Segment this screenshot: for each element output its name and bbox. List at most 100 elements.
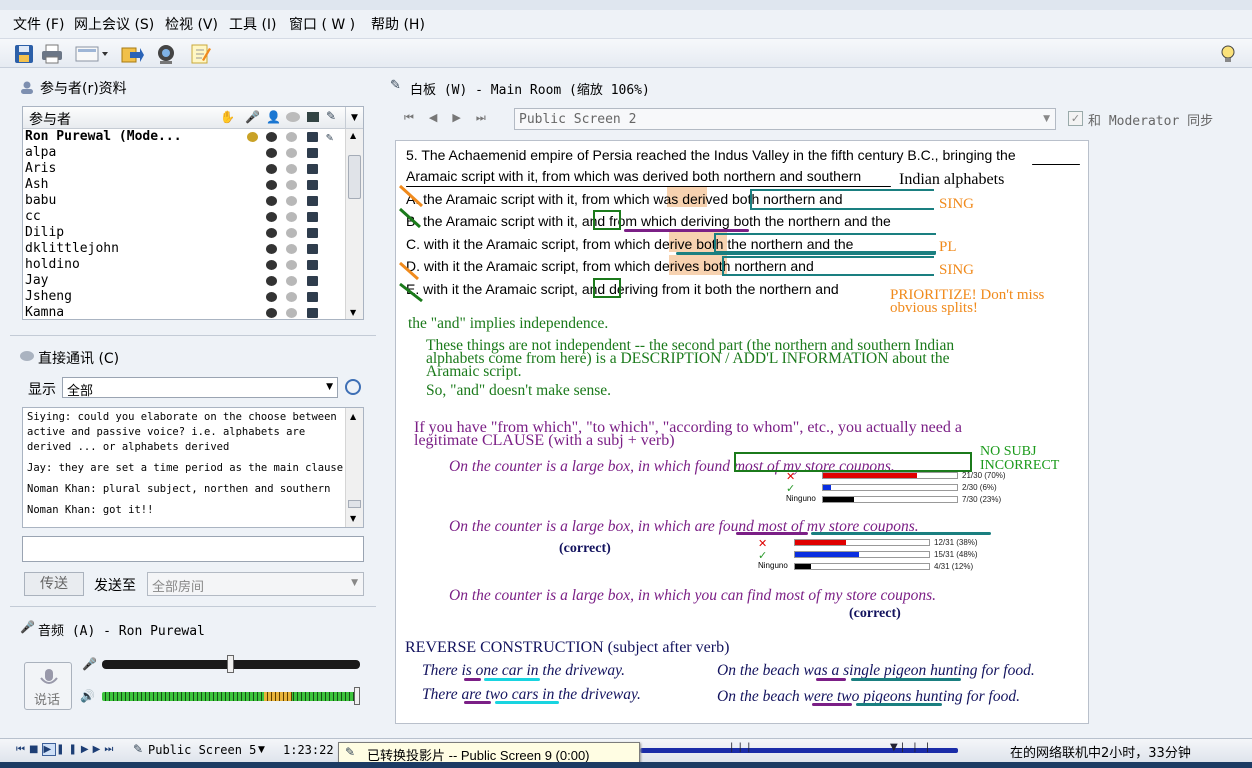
participant-row[interactable]: Dilip: [23, 225, 345, 241]
clock-icon[interactable]: [345, 379, 361, 395]
chevron-down-icon[interactable]: ▼: [258, 745, 265, 755]
screen-select[interactable]: Public Screen 2 ▼: [514, 108, 1056, 130]
participant-row[interactable]: Ron Purewal (Mode... ✎: [23, 129, 345, 145]
rewind-start-icon[interactable]: ⏮: [16, 744, 29, 755]
scroll-down-icon[interactable]: ▼: [350, 514, 356, 523]
send-to-label: 发送至: [94, 578, 136, 594]
monitor-icon: [307, 180, 318, 190]
scroll-up-icon[interactable]: ▲: [350, 131, 356, 140]
underline: [406, 186, 891, 187]
monitor-icon[interactable]: [307, 112, 319, 122]
hand-icon[interactable]: ✋: [220, 110, 235, 124]
chat-bubble-icon: [286, 308, 297, 318]
participant-row[interactable]: alpa: [23, 145, 345, 161]
screen-icon[interactable]: [74, 42, 110, 66]
menu-window[interactable]: 窗口 ( W ): [289, 14, 355, 34]
annotation-box: [750, 189, 934, 210]
mic-icon[interactable]: 🎤: [245, 110, 260, 124]
chat-scrollbar[interactable]: ▲ ▼: [345, 408, 363, 527]
slider-thumb[interactable]: [354, 687, 360, 705]
webcam-icon[interactable]: [154, 42, 178, 66]
purple-note: legitimate CLAUSE (with a subj + verb): [414, 432, 675, 449]
person-icon[interactable]: 👤: [266, 110, 281, 124]
participant-name: Dilip: [25, 225, 65, 240]
scrollbar-thumb[interactable]: [348, 500, 361, 508]
chat-bubble-icon: [286, 148, 297, 158]
poll-value: 12/31 (38%): [934, 538, 978, 547]
chat-input[interactable]: [22, 536, 364, 562]
participants-scrollbar[interactable]: ▲ ▼: [345, 129, 363, 319]
monitor-icon: [307, 244, 318, 254]
participant-row[interactable]: Jsheng: [23, 289, 345, 305]
menu-help[interactable]: 帮助 (H): [371, 14, 425, 34]
poll-label: Ninguno: [786, 494, 816, 503]
participant-row[interactable]: cc: [23, 209, 345, 225]
slider-thumb[interactable]: [227, 655, 234, 673]
chat-icon: [20, 351, 34, 361]
scrollbar-thumb[interactable]: [348, 155, 361, 199]
chat-message: Jay: they are set a time period as the m…: [27, 462, 344, 474]
chat-bubble-icon[interactable]: [286, 112, 300, 122]
participant-row[interactable]: Jay: [23, 273, 345, 289]
scroll-up-icon[interactable]: ▲: [350, 412, 356, 421]
prev-slide-icon[interactable]: ◀: [429, 111, 452, 124]
person-icon: [266, 132, 277, 142]
print-icon[interactable]: [40, 42, 64, 66]
talk-button[interactable]: 说话: [24, 662, 72, 710]
share-icon[interactable]: [120, 42, 144, 66]
participant-row[interactable]: dklittlejohn: [23, 241, 345, 257]
menu-view[interactable]: 检视 (V): [165, 14, 218, 34]
poll-value: 21/30 (70%): [962, 471, 1006, 480]
whiteboard-canvas[interactable]: 5. The Achaemenid empire of Persia reach…: [395, 140, 1089, 724]
pencil-icon: ✎: [390, 78, 401, 93]
menu-meeting[interactable]: 网上会议 (S): [74, 14, 154, 34]
pencil-icon[interactable]: ✎: [326, 109, 336, 123]
last-slide-icon[interactable]: ⏭: [476, 111, 501, 124]
speaker-volume-slider[interactable]: [102, 687, 360, 705]
send-button[interactable]: 传送: [24, 572, 84, 596]
participant-name: alpa: [25, 145, 57, 160]
chat-message: Siying: could you elaborate on the choos…: [27, 411, 337, 453]
green-note: So, "and" doesn't make sense.: [426, 382, 612, 399]
scroll-down-icon[interactable]: ▼: [350, 308, 356, 317]
chat-show-select[interactable]: 全部 ▼: [62, 377, 338, 399]
underline: [464, 678, 481, 681]
notes-icon[interactable]: [188, 42, 212, 66]
participants-column-header[interactable]: 参与者: [29, 109, 71, 129]
participant-row[interactable]: Kamna: [23, 305, 345, 319]
participant-row[interactable]: Aris: [23, 161, 345, 177]
stop-icon[interactable]: ■: [29, 744, 42, 755]
send-to-value: 全部房间: [152, 580, 205, 595]
person-icon: [266, 212, 277, 222]
participant-name: Jsheng: [25, 289, 72, 304]
send-to-select[interactable]: 全部房间 ▼: [147, 572, 364, 596]
chat-log[interactable]: Siying: could you elaborate on the choos…: [22, 407, 364, 528]
save-icon[interactable]: [12, 42, 36, 66]
chat-bubble-icon: [286, 244, 297, 254]
prioritize-note: obvious splits!: [890, 300, 978, 316]
pause-icon[interactable]: ❚❚: [56, 744, 81, 755]
play-icon[interactable]: ▶: [42, 743, 57, 756]
forward-end-icon[interactable]: ⏭: [104, 744, 117, 755]
participant-row[interactable]: holdino: [23, 257, 345, 273]
correct-label: (correct): [849, 606, 901, 621]
sync-label: 和 Moderator 同步: [1088, 114, 1214, 129]
poll-results-1: ✕ 21/30 (70%) ✓ 2/30 (6%) Ninguno 7/30 (23%): [786, 471, 1006, 511]
poll-value: 7/30 (23%): [962, 495, 1002, 504]
mic-volume-slider[interactable]: [102, 655, 360, 673]
next-slide-icon[interactable]: ▶: [452, 111, 475, 124]
poll-value: 4/31 (12%): [934, 562, 974, 571]
sync-checkbox[interactable]: ✓: [1068, 111, 1083, 126]
menu-tools[interactable]: 工具 (I): [229, 14, 277, 34]
participant-row[interactable]: babu: [23, 193, 345, 209]
forward-icon[interactable]: ▶▶: [81, 744, 104, 755]
column-menu-icon[interactable]: ▼: [345, 107, 363, 129]
menu-file[interactable]: 文件 (F): [13, 14, 64, 34]
status-screen[interactable]: Public Screen 5: [148, 743, 256, 757]
participant-row[interactable]: Ash: [23, 177, 345, 193]
monitor-icon: [307, 228, 318, 238]
lightbulb-icon[interactable]: [1216, 42, 1240, 66]
participants-title: 参与者(r)资料: [40, 81, 127, 97]
chat-bubble-icon: [286, 260, 297, 270]
first-slide-icon[interactable]: ⏮: [404, 111, 429, 124]
